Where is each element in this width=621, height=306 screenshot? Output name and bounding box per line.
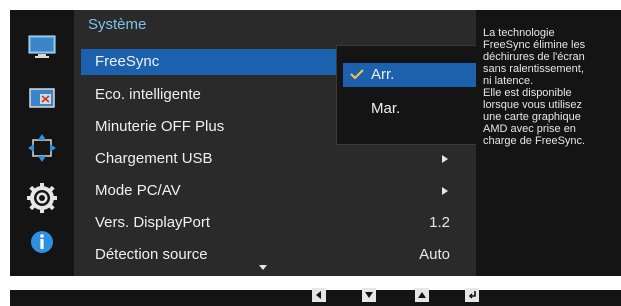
menu-item-label: Eco. intelligente: [95, 86, 201, 103]
menu-item-label: Détection source: [95, 246, 208, 263]
menu-item-value: 1.2: [429, 214, 450, 231]
system-menu: Système FreeSync Eco. intelligente Minut…: [74, 10, 544, 276]
up-key-icon[interactable]: [415, 288, 429, 302]
enter-key-icon[interactable]: [465, 288, 479, 302]
menu-item-label: Minuterie OFF Plus: [95, 118, 225, 135]
submenu-arrow-icon: [442, 155, 448, 163]
menu-title: Système: [88, 16, 147, 33]
help-panel: La technologie FreeSync élimine les déch…: [476, 10, 621, 276]
menu-item-label: Chargement USB: [95, 150, 213, 167]
picture-in-picture-icon[interactable]: [26, 82, 58, 114]
monitor-icon[interactable]: [26, 30, 58, 62]
category-rail: [10, 10, 74, 276]
menu-item-value: Auto: [419, 246, 450, 263]
option-label: Mar.: [371, 100, 401, 117]
menu-item-label: FreeSync: [95, 53, 160, 70]
resize-arrows-icon[interactable]: [26, 132, 58, 164]
info-icon[interactable]: [26, 226, 58, 258]
checkmark-icon: [350, 69, 364, 80]
down-key-icon[interactable]: [362, 288, 376, 302]
osd-screen: Système FreeSync Eco. intelligente Minut…: [0, 0, 621, 306]
submenu-arrow-icon: [442, 187, 448, 195]
menu-item-detection-source[interactable]: Détection source Auto: [81, 242, 464, 268]
left-key-icon[interactable]: [312, 288, 326, 302]
menu-item-mode-pc-av[interactable]: Mode PC/AV: [81, 178, 464, 204]
help-text: La technologie FreeSync élimine les déch…: [483, 27, 586, 147]
navigation-bar: [10, 288, 621, 306]
scroll-down-icon[interactable]: [259, 265, 267, 270]
menu-item-label: Mode PC/AV: [95, 182, 181, 199]
menu-item-label: Vers. DisplayPort: [95, 214, 211, 231]
option-label: Arr.: [371, 66, 395, 83]
gear-icon[interactable]: [26, 182, 58, 214]
menu-item-vers-displayport[interactable]: Vers. DisplayPort 1.2: [81, 210, 464, 236]
menu-item-chargement-usb[interactable]: Chargement USB: [81, 146, 464, 172]
